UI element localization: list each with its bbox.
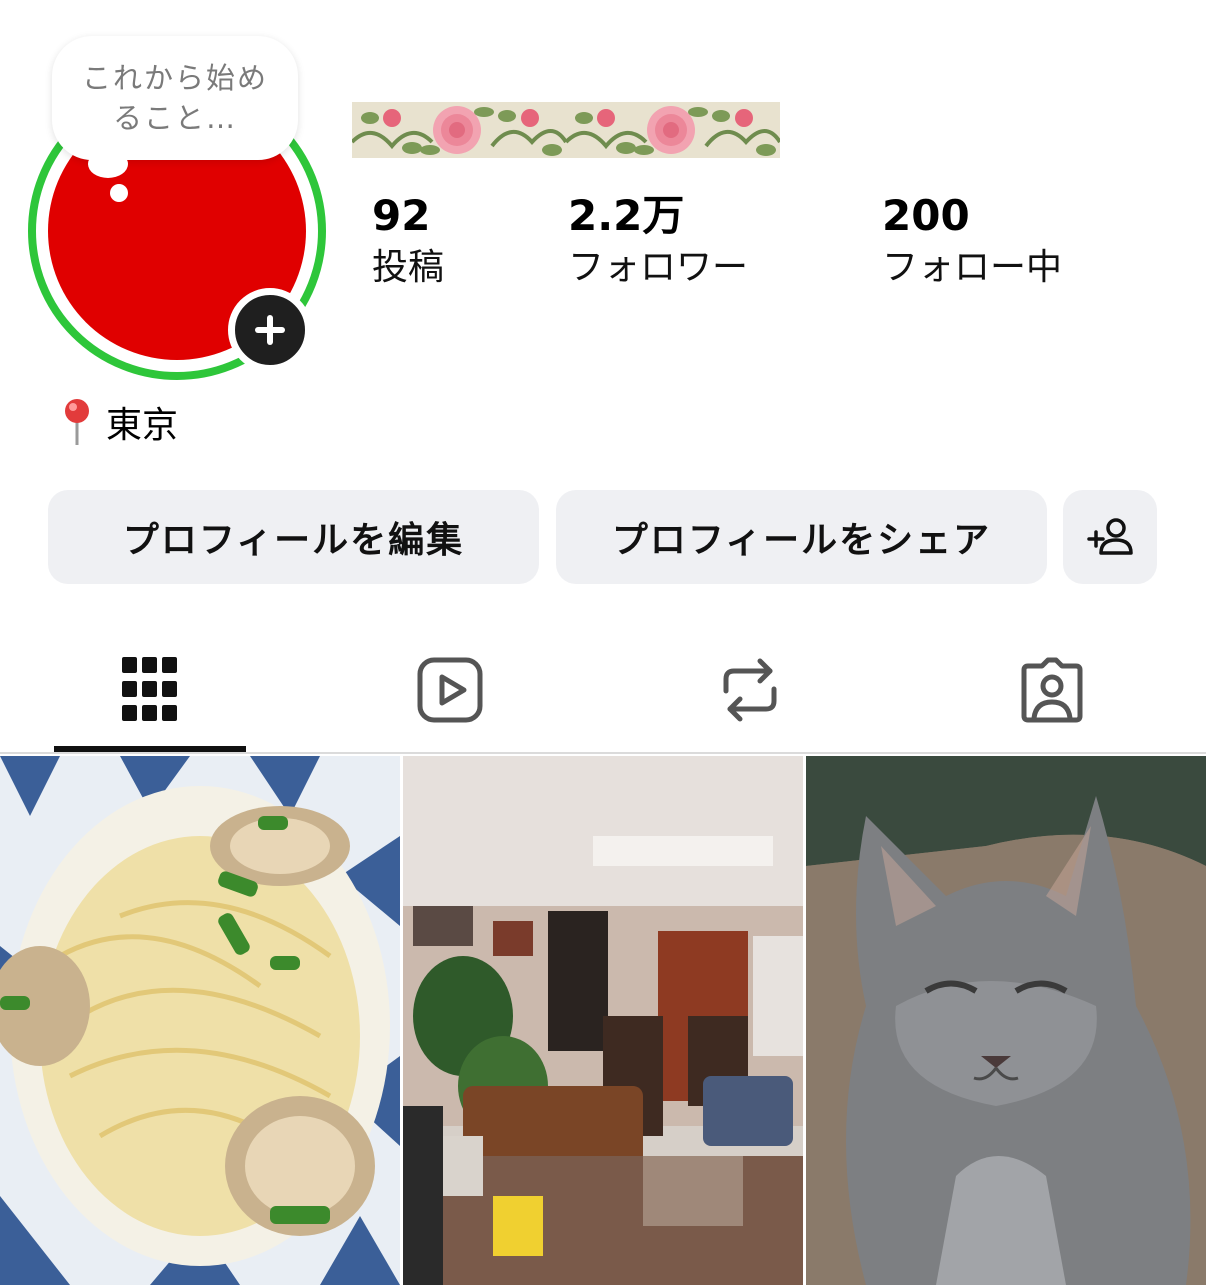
note-bubble-tail-dot xyxy=(110,184,128,202)
share-profile-label: プロフィールをシェア xyxy=(611,520,992,561)
following-count: 200 xyxy=(882,191,970,240)
add-person-icon xyxy=(1087,518,1133,555)
plus-icon xyxy=(255,315,285,345)
location: 東京 xyxy=(58,396,178,448)
edit-profile-label: プロフィールを編集 xyxy=(122,520,465,561)
reels-icon xyxy=(417,657,483,723)
pin-icon xyxy=(65,399,89,445)
repost-icon xyxy=(723,658,777,722)
tagged-icon xyxy=(1021,657,1083,723)
posts-label: 投稿 xyxy=(372,247,445,288)
tab-reposts[interactable] xyxy=(710,650,790,730)
note-bubble[interactable]: これから始めること… xyxy=(52,36,298,160)
followers-label: フォロワー xyxy=(568,247,749,288)
post-thumbnail-cat[interactable] xyxy=(806,756,1206,1285)
share-profile-button[interactable]: プロフィールをシェア xyxy=(556,490,1047,584)
floral-banner-image xyxy=(352,102,780,158)
followers-count: 2.2万 xyxy=(568,191,685,240)
edit-profile-button[interactable]: プロフィールを編集 xyxy=(48,490,539,584)
posts-stat[interactable]: 92 投稿 xyxy=(372,190,444,294)
posts-count: 92 xyxy=(372,191,431,240)
post-thumbnail-pasta[interactable] xyxy=(0,756,400,1285)
tab-posts-grid[interactable] xyxy=(110,650,190,730)
following-stat[interactable]: 200 フォロー中 xyxy=(882,190,1062,294)
note-text: これから始めること… xyxy=(81,61,268,135)
add-story-button[interactable] xyxy=(228,288,312,372)
tab-tagged[interactable] xyxy=(1012,650,1092,730)
discover-people-button[interactable] xyxy=(1063,490,1157,584)
tab-reels[interactable] xyxy=(410,650,490,730)
followers-stat[interactable]: 2.2万 フォロワー xyxy=(568,190,748,294)
following-label: フォロー中 xyxy=(882,247,1063,288)
grid-icon xyxy=(122,657,177,721)
location-text: 東京 xyxy=(106,405,179,446)
note-bubble-tail xyxy=(88,150,128,178)
tab-divider xyxy=(0,752,1206,754)
post-thumbnail-living-room[interactable] xyxy=(403,756,803,1285)
